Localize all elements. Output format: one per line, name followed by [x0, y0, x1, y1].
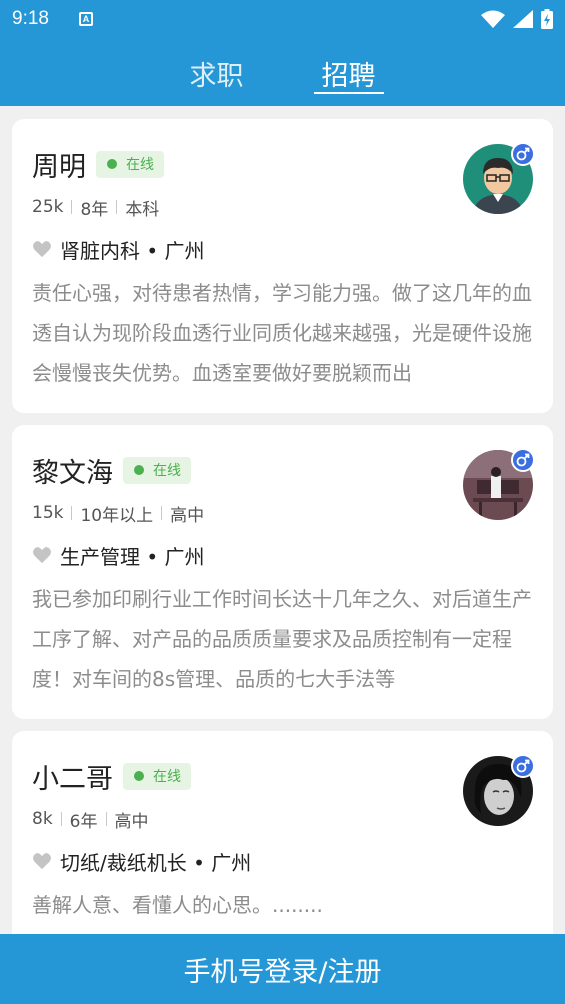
online-label: 在线 [126, 157, 154, 173]
status-icons [481, 9, 553, 29]
candidate-meta: 8k 6年 高中 [32, 808, 533, 832]
experience: 6年 [69, 811, 98, 832]
tab-bar: 求职 招聘 [0, 52, 565, 94]
candidate-description: 责任心强，对待患者热情，学习能力强。做了这几年的血透自认为现阶段血透行业同质化越… [32, 281, 532, 385]
login-register-button[interactable]: 手机号登录/注册 [0, 934, 565, 1004]
education: 本科 [125, 199, 160, 220]
male-gender-icon [511, 754, 535, 778]
status-bar: 9:18 A [0, 0, 565, 38]
divider [71, 200, 73, 214]
candidate-name: 黎文海 [32, 457, 113, 489]
online-dot-icon [134, 465, 144, 475]
divider [161, 506, 163, 520]
wifi-icon [481, 10, 505, 28]
candidate-card[interactable]: 周明 在线 25k 8年 本科 肾脏内科 • 广州 责任心强，对待患者热情，学习… [12, 119, 553, 413]
online-badge: 在线 [123, 762, 191, 790]
salary: 25k [32, 197, 64, 217]
heart-icon[interactable] [32, 852, 52, 870]
job-row: 生产管理 • 广州 [32, 541, 533, 569]
experience: 8年 [80, 199, 109, 220]
job-title: 肾脏内科 • 广州 [60, 238, 205, 263]
online-badge: 在线 [96, 150, 164, 178]
signal-icon [513, 10, 533, 28]
tab-job-seeking[interactable]: 求职 [182, 52, 252, 94]
candidate-name: 小二哥 [32, 763, 113, 795]
name-row: 小二哥 在线 [32, 759, 533, 795]
male-gender-icon [511, 448, 535, 472]
avatar-container [463, 754, 535, 826]
divider [60, 812, 62, 826]
notification-a-icon: A [78, 12, 93, 26]
avatar-container [463, 142, 535, 214]
job-title: 切纸/裁纸机长 • 广州 [60, 850, 252, 875]
battery-icon [541, 9, 553, 29]
job-row: 肾脏内科 • 广州 [32, 235, 533, 263]
candidate-description: 我已参加印刷行业工作时间长达十几年之久、对后道生产工序了解、对产品的品质质量要求… [32, 587, 532, 691]
online-label: 在线 [153, 463, 181, 479]
divider [71, 506, 73, 520]
online-badge: 在线 [123, 456, 191, 484]
job-title: 生产管理 • 广州 [60, 544, 205, 569]
app-header: 9:18 A 求职 招聘 [0, 0, 565, 106]
candidate-meta: 15k 10年以上 高中 [32, 502, 533, 526]
candidate-name: 周明 [32, 151, 86, 183]
salary: 15k [32, 503, 64, 523]
name-row: 周明 在线 [32, 147, 533, 183]
tab-recruiting[interactable]: 招聘 [313, 52, 384, 94]
education: 高中 [170, 505, 205, 526]
job-row: 切纸/裁纸机长 • 广州 [32, 847, 533, 875]
online-dot-icon [107, 159, 117, 169]
heart-icon[interactable] [32, 240, 52, 258]
heart-icon[interactable] [32, 546, 52, 564]
candidate-meta: 25k 8年 本科 [32, 196, 533, 220]
status-time: 9:18 [12, 8, 49, 29]
candidate-card[interactable]: 黎文海 在线 15k 10年以上 高中 生产管理 • 广州 我已参加印刷行业工作… [12, 425, 553, 719]
salary: 8k [32, 809, 53, 829]
divider [105, 812, 107, 826]
online-label: 在线 [153, 769, 181, 785]
name-row: 黎文海 在线 [32, 453, 533, 489]
avatar-container [463, 448, 535, 520]
candidate-list: 周明 在线 25k 8年 本科 肾脏内科 • 广州 责任心强，对待患者热情，学习… [12, 119, 553, 1003]
experience: 10年以上 [80, 505, 154, 526]
divider [116, 200, 118, 214]
education: 高中 [114, 811, 149, 832]
candidate-description: 善解人意、看懂人的心思。........ [32, 893, 323, 917]
male-gender-icon [511, 142, 535, 166]
online-dot-icon [134, 771, 144, 781]
